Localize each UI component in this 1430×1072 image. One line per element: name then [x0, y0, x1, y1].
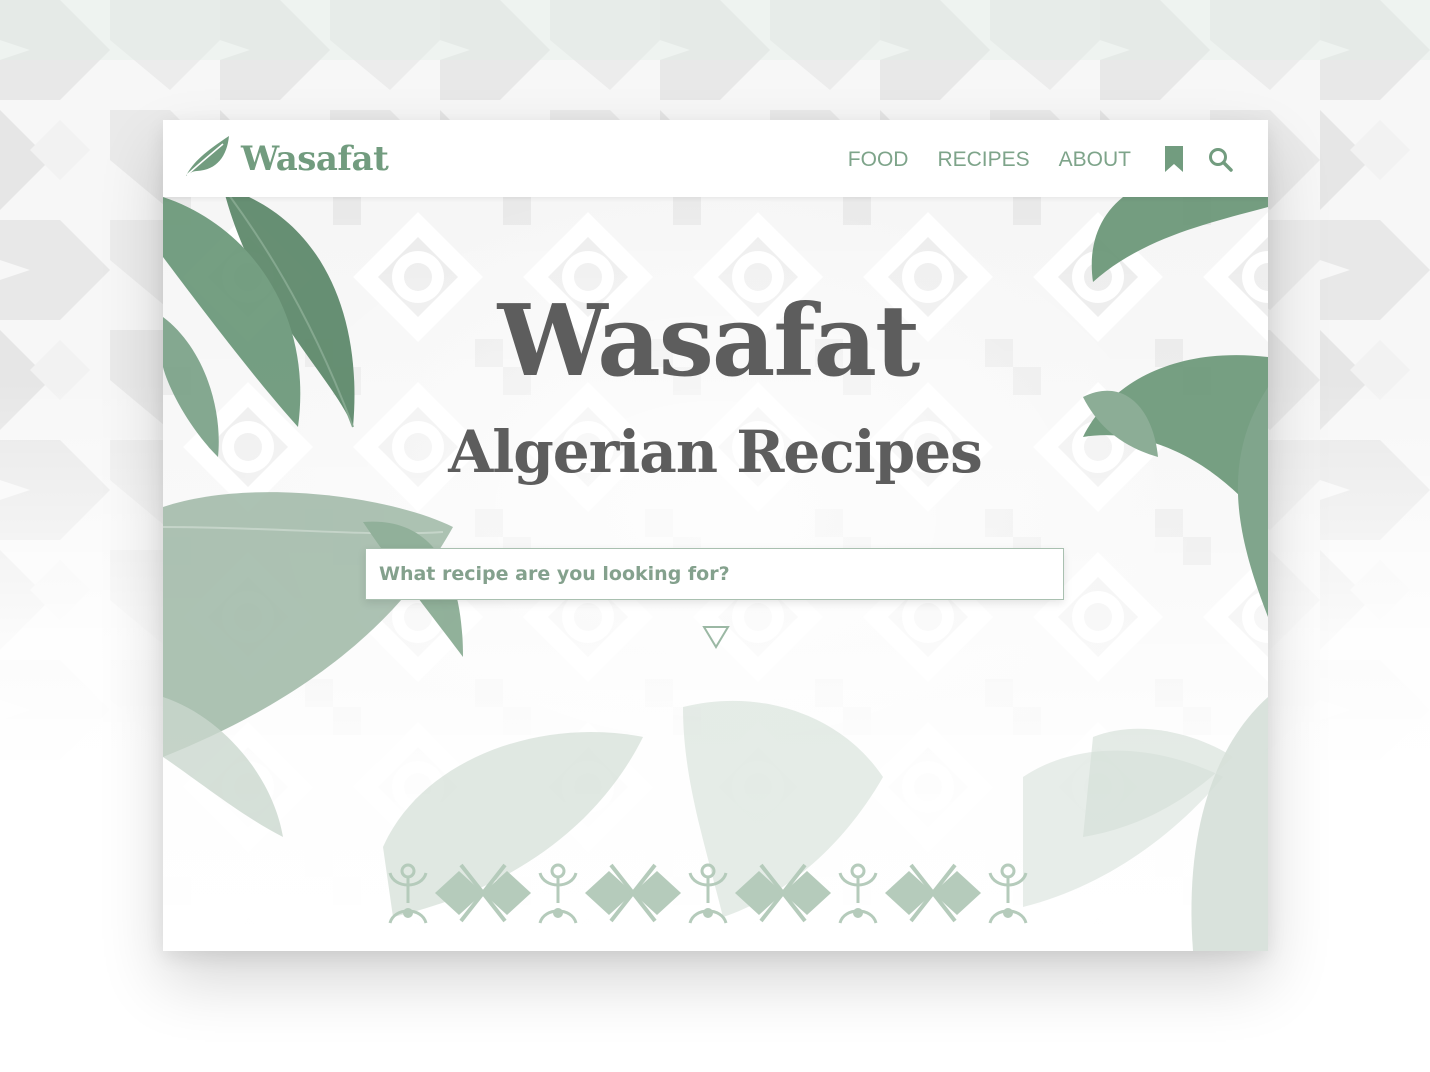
nav-item-recipes[interactable]: RECIPES	[937, 147, 1029, 173]
search-icon[interactable]	[1208, 147, 1234, 178]
triangle-down-icon[interactable]	[702, 625, 730, 654]
hero-subtitle: Algerian Recipes	[448, 418, 983, 486]
nav-item-about[interactable]: ABOUT	[1059, 147, 1131, 173]
main-nav: FOOD RECIPES ABOUT	[819, 147, 1131, 173]
berber-ornament	[388, 863, 1028, 925]
logo[interactable]: Wasafat	[183, 134, 389, 183]
nav-item-food[interactable]: FOOD	[848, 147, 909, 173]
hero-title: Wasafat	[497, 284, 921, 399]
search-bar	[365, 548, 1064, 600]
logo-text: Wasafat	[241, 138, 389, 179]
site-header: Wasafat FOOD RECIPES ABOUT	[163, 120, 1268, 197]
website-card: Wasafat FOOD RECIPES ABOUT Wasafat Alger…	[163, 120, 1268, 951]
hero-section: Wasafat Algerian Recipes	[163, 197, 1268, 951]
search-input[interactable]	[366, 549, 1063, 599]
leaf-logo-icon	[183, 134, 233, 183]
bookmark-icon[interactable]	[1164, 146, 1184, 177]
